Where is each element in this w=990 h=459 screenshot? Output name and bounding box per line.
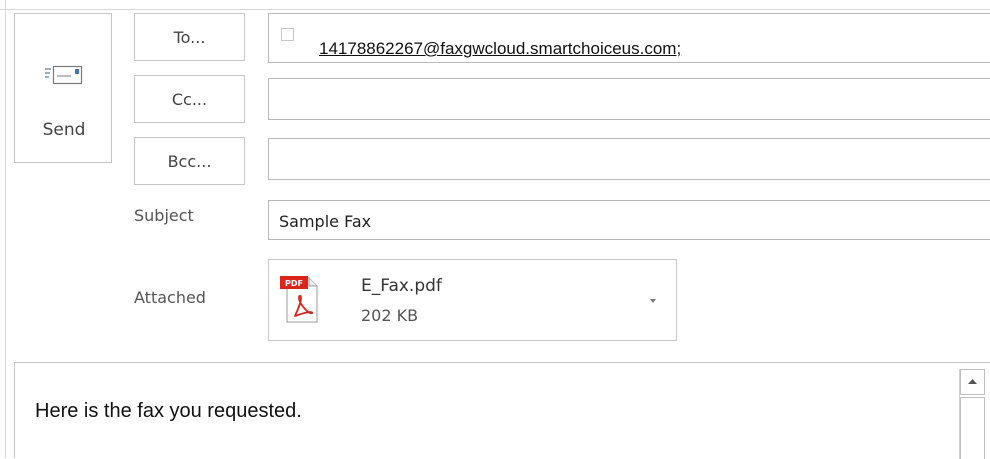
triangle-up-icon	[968, 379, 977, 384]
cc-field[interactable]	[268, 78, 990, 120]
message-body[interactable]: Here is the fax you requested.	[14, 362, 990, 459]
scroll-track[interactable]	[960, 397, 985, 459]
recipient-checkbox[interactable]	[281, 28, 294, 41]
send-envelope-icon	[45, 65, 83, 85]
bcc-field[interactable]	[268, 138, 990, 180]
subject-field[interactable]: Sample Fax	[268, 200, 990, 240]
to-field[interactable]: 14178862267@faxgwcloud.smartchoiceus.com…	[268, 13, 990, 63]
vertical-scrollbar[interactable]	[959, 369, 985, 459]
window-top-edge	[0, 0, 990, 10]
pdf-file-icon: PDF	[280, 276, 318, 323]
to-button[interactable]: To...	[134, 13, 245, 61]
subject-value: Sample Fax	[279, 212, 372, 231]
send-label: Send	[42, 120, 86, 140]
bcc-button[interactable]: Bcc...	[134, 137, 245, 185]
message-body-text: Here is the fax you requested.	[35, 400, 302, 422]
subject-label: Subject	[134, 206, 194, 225]
pdf-badge-text: PDF	[285, 279, 303, 288]
to-recipient-value[interactable]: 14178862267@faxgwcloud.smartchoiceus.com…	[319, 39, 681, 59]
attachment-item[interactable]: PDF E_Fax.pdf 202 KB	[268, 259, 677, 341]
send-button[interactable]: Send	[14, 13, 112, 163]
window-left-edge	[0, 0, 6, 458]
cc-button[interactable]: Cc...	[134, 75, 245, 123]
attachment-file-size: 202 KB	[361, 306, 419, 325]
attachment-file-name: E_Fax.pdf	[361, 276, 442, 296]
scroll-up-button[interactable]	[960, 369, 985, 395]
chevron-down-icon[interactable]	[647, 296, 659, 306]
attached-label: Attached	[134, 288, 206, 307]
